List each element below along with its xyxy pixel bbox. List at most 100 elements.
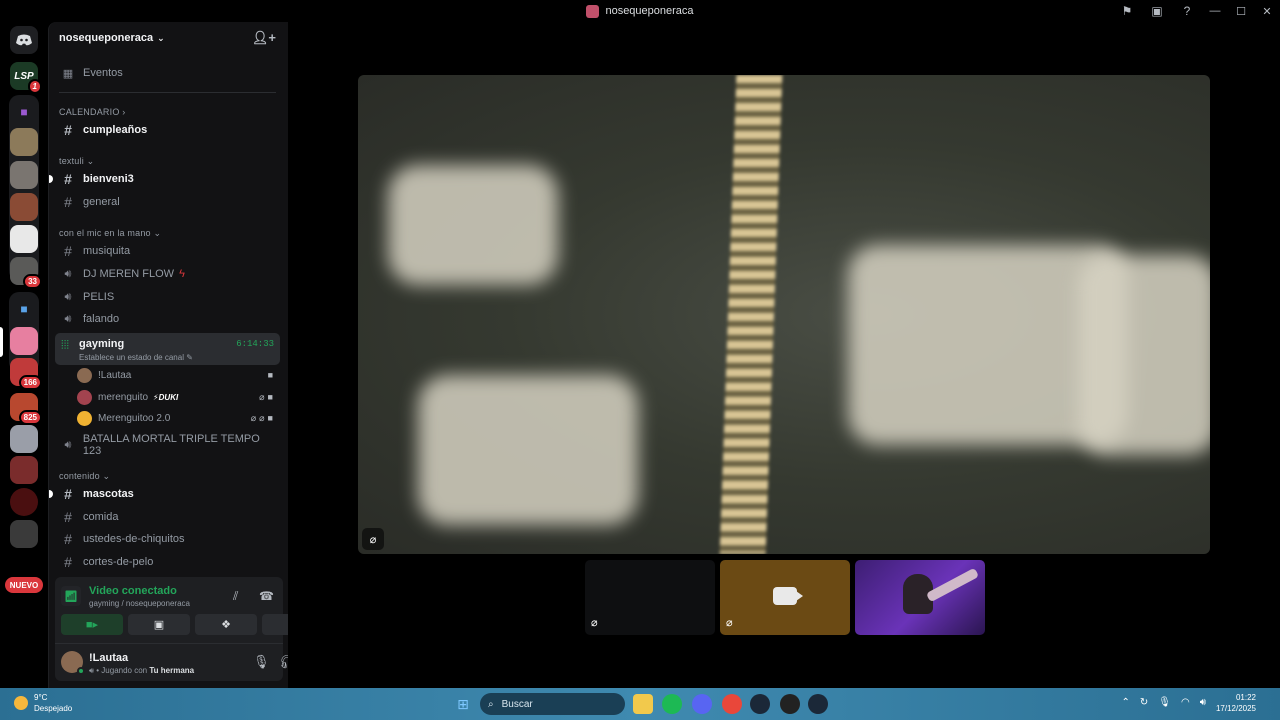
channel-cortes[interactable]: # cortes-de-pelo xyxy=(55,551,280,573)
chevron-up-icon[interactable]: ⌃ xyxy=(1121,697,1129,708)
server-pug[interactable] xyxy=(10,161,38,189)
participant-tile[interactable]: ⌀ xyxy=(720,560,850,635)
server-goat[interactable]: 33 xyxy=(10,257,42,289)
voice-channel-batalla[interactable]: 🔊︎ BATALLA MORTAL TRIPLE TEMPO 123 xyxy=(55,433,280,457)
discord-icon[interactable] xyxy=(692,694,712,714)
category-calendario[interactable]: CALENDARIO › xyxy=(59,107,125,117)
weather-widget[interactable]: 9°C Despejado xyxy=(14,692,72,714)
channel-cumpleanos[interactable]: # cumpleaños xyxy=(55,119,280,141)
server-esmay[interactable] xyxy=(10,456,38,484)
discord-home-button[interactable] xyxy=(10,26,38,54)
channel-chiquitos[interactable]: # ustedes-de-chiquitos xyxy=(55,528,280,550)
voice-connection-panel: 📶︎ Video conectado gayming / nosequepone… xyxy=(55,577,324,643)
steam-icon[interactable] xyxy=(750,694,770,714)
participant-tile[interactable]: ⌀ xyxy=(585,560,715,635)
taskbar-clock[interactable]: 01:22 17/12/2025 xyxy=(1216,692,1256,714)
user-activity: 🔊︎ • Jugando con Tu hermana xyxy=(89,666,195,675)
hash-icon: # xyxy=(64,509,72,525)
chrome-icon[interactable] xyxy=(722,694,742,714)
server-rail: LSP 1 ■ 33 ■ 166 825 NUEVO xyxy=(0,22,48,688)
title-bar: nosequeponeraca ⚑ ▣ ? — ☐ ✕ xyxy=(0,0,1280,22)
channel-status[interactable]: Establece un estado de canal ✎ xyxy=(79,353,193,362)
windows-start-icon[interactable]: ⊞ xyxy=(453,694,473,714)
screen-share-button[interactable]: ▣ xyxy=(128,614,190,635)
weather-icon xyxy=(14,696,28,710)
channel-general[interactable]: # general xyxy=(55,191,280,213)
hash-icon: # xyxy=(64,171,72,187)
voice-member[interactable]: Merenguitoo 2.0 ⌀⌀■ xyxy=(77,408,280,428)
muted-deafened-camera-icons: ⌀⌀■ xyxy=(250,412,276,423)
server-red[interactable]: 166 xyxy=(10,358,42,390)
deafened-icon: ⌀ xyxy=(362,528,384,550)
voice-channel-dj[interactable]: 🔊︎ DJ MEREN FLOW ϟ xyxy=(55,263,280,285)
mention-badge: 825 xyxy=(18,410,42,425)
server-lsp[interactable]: LSP 1 xyxy=(10,62,42,94)
blurred-letters xyxy=(418,375,638,525)
activities-button[interactable]: ❖ xyxy=(195,614,257,635)
hash-icon: # xyxy=(64,531,72,547)
unread-indicator xyxy=(49,490,53,498)
system-tray: ⌃ ↻ 🎙︎ ◠ 🔊︎ xyxy=(1121,697,1206,708)
taskbar-search[interactable]: ⌕ Buscar xyxy=(480,693,625,715)
voice-member[interactable]: !Lautaa ■ xyxy=(77,365,280,385)
folder-blue-icon[interactable]: ■ xyxy=(10,295,38,323)
disconnect-icon[interactable]: ☎︎ xyxy=(259,589,274,603)
speaker-icon: 🔊︎ xyxy=(64,290,72,303)
voice-status-title[interactable]: Video conectado xyxy=(89,585,177,597)
window-title: nosequeponeraca xyxy=(586,4,694,18)
noise-suppression-icon[interactable]: ⫽ xyxy=(233,589,238,604)
server-misc[interactable] xyxy=(10,520,38,548)
events-item[interactable]: ▦ Eventos xyxy=(55,62,280,84)
invite-people-icon[interactable]: 👤︎+ xyxy=(252,30,276,46)
inbox-icon[interactable]: ▣ xyxy=(1142,0,1172,22)
clock-time: 01:22 xyxy=(1235,693,1256,702)
channel-musiquita[interactable]: # musiquita xyxy=(55,240,280,262)
participant-tile[interactable] xyxy=(855,560,985,635)
server-guitar[interactable] xyxy=(10,128,38,156)
channel-sidebar: nosequeponeraca ⌄ 👤︎+ ▦ Eventos CALENDAR… xyxy=(48,22,324,688)
file-explorer-icon[interactable] xyxy=(633,694,653,714)
events-label: Eventos xyxy=(83,67,123,79)
sync-icon[interactable]: ↻ xyxy=(1140,697,1148,708)
volume-icon[interactable]: 🔊︎ xyxy=(1200,697,1206,708)
server-anime[interactable] xyxy=(10,425,38,453)
selected-pill xyxy=(0,327,3,357)
voice-channel-gayming[interactable]: ⦙⦙⦙ gayming Establece un estado de canal… xyxy=(55,333,280,365)
close-window-button[interactable]: ✕ xyxy=(1254,0,1280,22)
flag-icon[interactable]: ⚑ xyxy=(1112,0,1142,22)
nuevo-badge[interactable]: NUEVO xyxy=(5,577,43,593)
channel-comida[interactable]: # comida xyxy=(55,506,280,528)
channel-mascotas[interactable]: # mascotas xyxy=(49,483,280,505)
voice-channel-falando[interactable]: 🔊︎ falando xyxy=(55,308,280,330)
camera-button[interactable]: ■▸ xyxy=(61,614,123,635)
voice-status-subtitle[interactable]: gayming / nosequeponeraca xyxy=(89,599,190,608)
channel-bienveni3[interactable]: # bienveni3 xyxy=(49,168,280,190)
server-dog[interactable] xyxy=(10,193,38,221)
username[interactable]: !Lautaa xyxy=(89,652,128,664)
spotify-icon[interactable] xyxy=(662,694,682,714)
server-dark-red[interactable] xyxy=(10,488,38,516)
server-orange[interactable]: 825 xyxy=(10,393,42,425)
minimize-button[interactable]: — xyxy=(1202,0,1228,22)
category-textuli[interactable]: textuli ⌄ xyxy=(59,156,94,167)
steam-icon[interactable] xyxy=(808,694,828,714)
app-icon[interactable] xyxy=(780,694,800,714)
server-white[interactable] xyxy=(10,225,38,253)
voice-member[interactable]: merenguito ⚡DUKI ⌀■ xyxy=(77,387,280,407)
category-contenido[interactable]: contenido ⌄ xyxy=(59,471,110,482)
wifi-icon[interactable]: ◠ xyxy=(1181,697,1190,708)
main-video-stream[interactable]: ⌀ xyxy=(358,75,1210,554)
maximize-button[interactable]: ☐ xyxy=(1228,0,1254,22)
server-nosequeponeraca[interactable] xyxy=(10,327,38,355)
camera-icon: ■ xyxy=(267,370,276,380)
signal-icon[interactable]: 📶︎ xyxy=(61,586,81,606)
window-title-text: nosequeponeraca xyxy=(605,5,694,17)
server-header[interactable]: nosequeponeraca ⌄ 👤︎+ xyxy=(49,22,288,54)
microphone-icon[interactable]: 🎙︎ xyxy=(1158,697,1171,708)
folder-icon[interactable]: ■ xyxy=(10,98,38,126)
help-icon[interactable]: ? xyxy=(1172,0,1202,22)
voice-channel-pelis[interactable]: 🔊︎ PELIS xyxy=(55,286,280,308)
category-mic[interactable]: con el mic en la mano ⌄ xyxy=(59,228,161,239)
discord-logo-icon xyxy=(16,34,32,46)
microphone-icon[interactable]: 🎙︎ xyxy=(253,654,270,670)
